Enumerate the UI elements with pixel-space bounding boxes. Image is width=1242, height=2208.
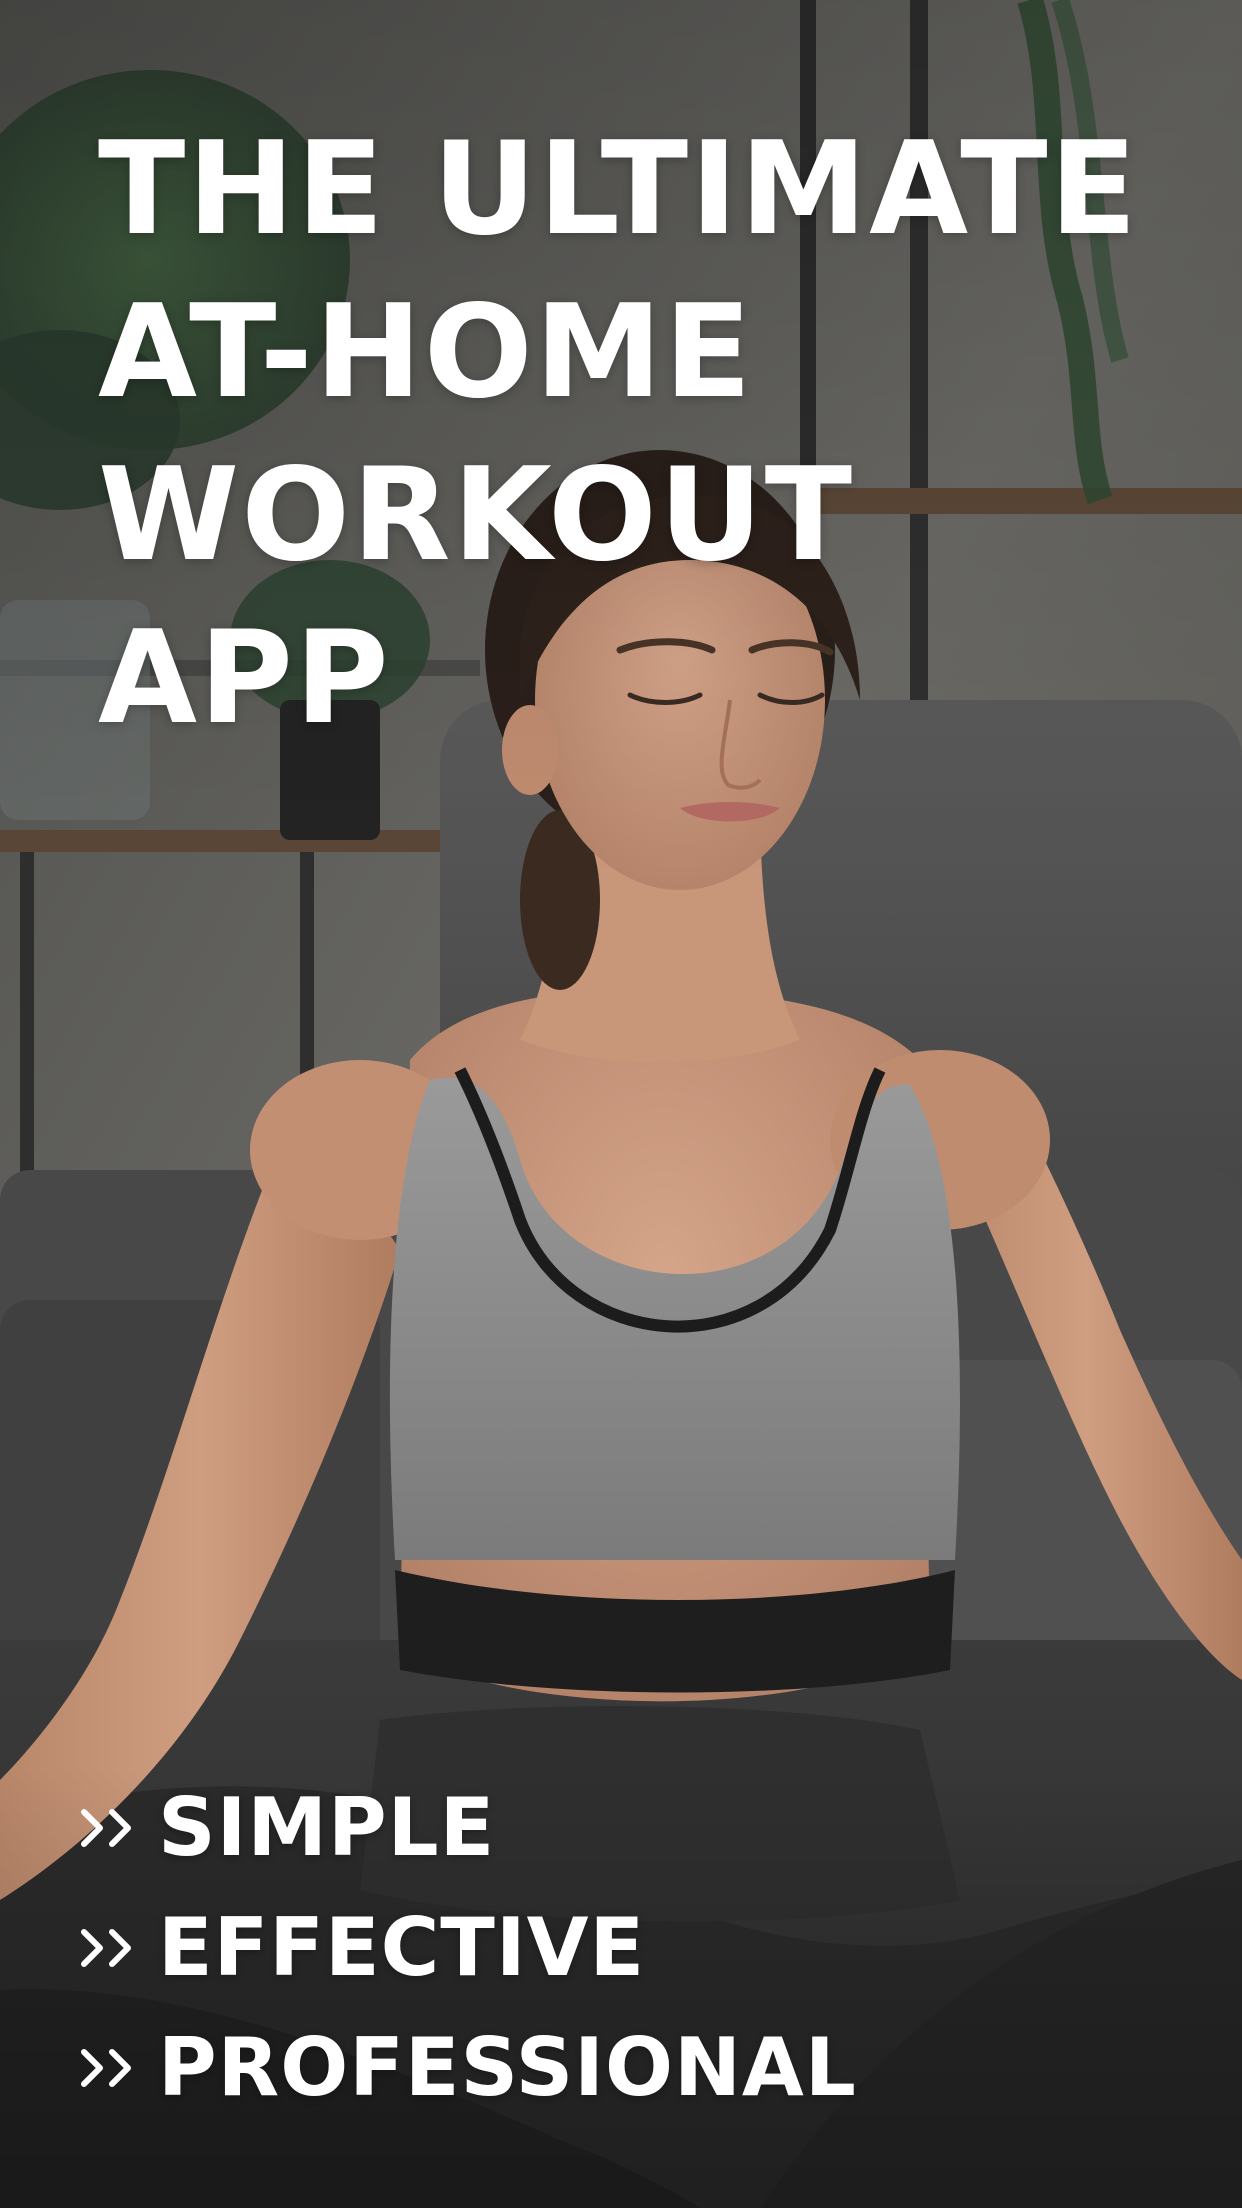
feature-label: EFFECTIVE: [158, 1901, 646, 1994]
double-chevron-right-icon: [81, 2049, 131, 2087]
headline-line-2: AT-HOME: [98, 278, 754, 427]
app-store-screenshot: THE ULTIMATE AT-HOME WORKOUT APP SIMPLE …: [0, 0, 1242, 2208]
headline-line-1: THE ULTIMATE: [98, 115, 1139, 264]
feature-list: SIMPLE EFFECTIVE PROFESSIONAL: [78, 1768, 857, 2128]
feature-label: SIMPLE: [158, 1781, 496, 1874]
headline-line-4: APP: [98, 604, 391, 753]
feature-item-professional: PROFESSIONAL: [78, 2008, 857, 2128]
feature-label: PROFESSIONAL: [158, 2021, 857, 2114]
double-chevron-right-icon: [81, 1929, 131, 1967]
headline-line-3: WORKOUT: [98, 441, 855, 590]
feature-item-simple: SIMPLE: [78, 1768, 857, 1888]
feature-item-effective: EFFECTIVE: [78, 1888, 857, 2008]
double-chevron-right-icon: [81, 1809, 131, 1847]
headline: THE ULTIMATE AT-HOME WORKOUT APP: [98, 108, 1198, 760]
